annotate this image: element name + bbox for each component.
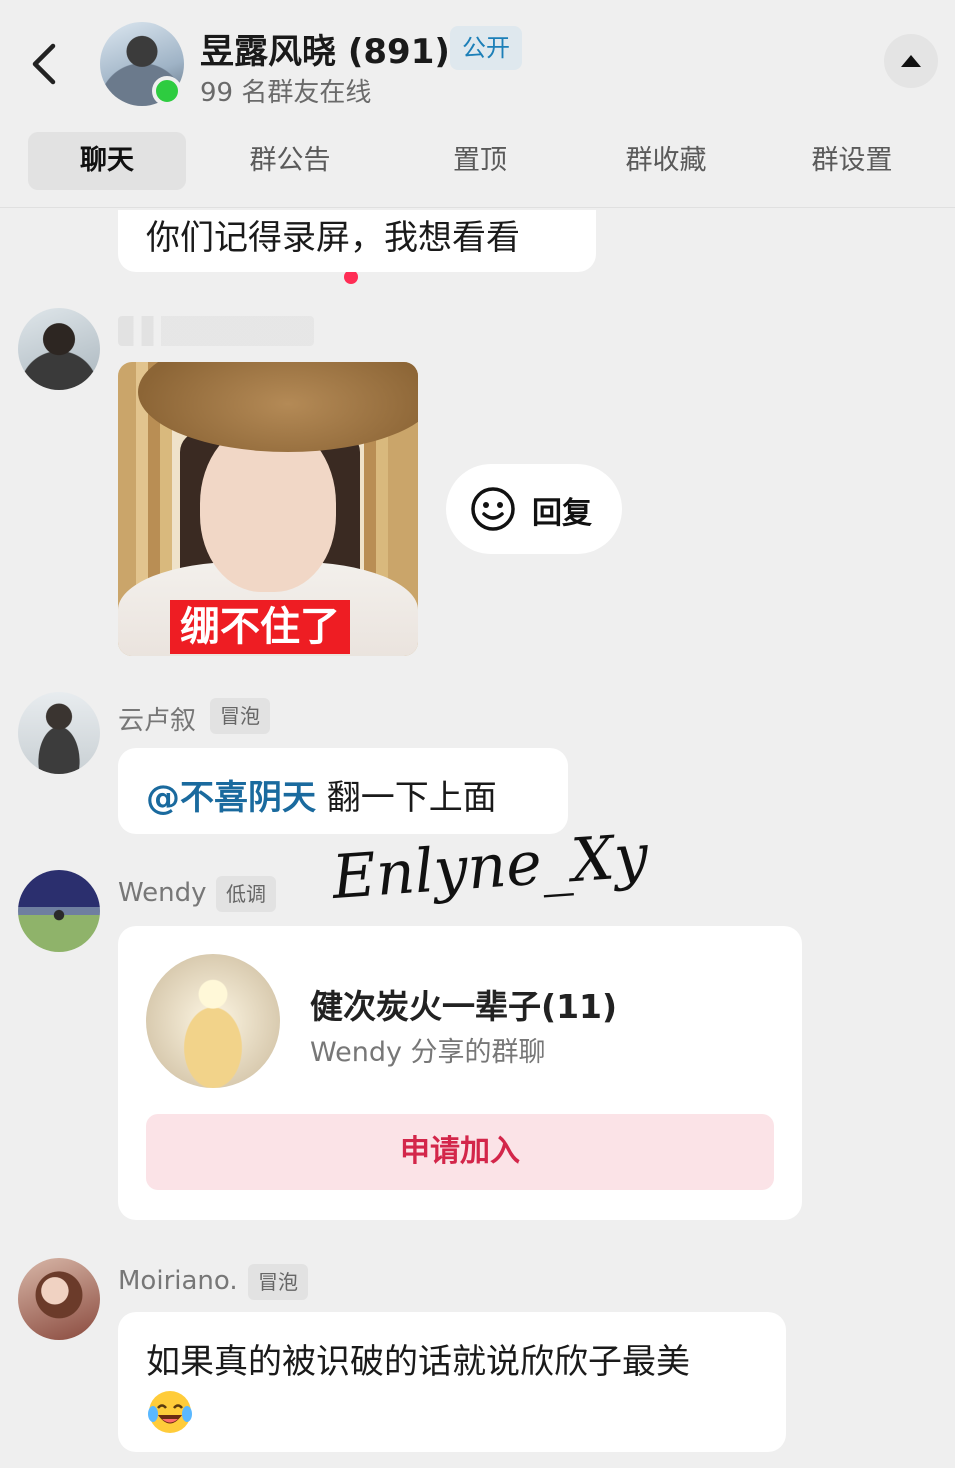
smiley-icon — [471, 487, 515, 531]
tab-pinned[interactable]: 置顶 — [420, 132, 540, 190]
laughing-crying-emoji-icon — [148, 1391, 192, 1433]
sender-name-blurred — [118, 316, 314, 346]
message-text: 翻一下上面 — [316, 778, 497, 818]
sender-name: 云卢叙 — [118, 706, 197, 736]
sender-name: Moiriano. — [118, 1266, 238, 1296]
avatar[interactable] — [18, 692, 100, 774]
online-count: 99 名群友在线 — [200, 78, 372, 108]
public-badge: 公开 — [450, 26, 522, 70]
member-tag: 冒泡 — [210, 698, 270, 734]
chat-header: 昱露风晓 (891) 公开 99 名群友在线 — [0, 0, 955, 126]
message-bubble[interactable]: 如果真的被识破的话就说欣欣子最美 — [118, 1312, 786, 1452]
collapse-button[interactable] — [884, 34, 938, 88]
group-share-card[interactable]: 健次炭火一辈子(11) Wendy 分享的群聊 申请加入 — [118, 926, 802, 1220]
sender-name: Wendy — [118, 878, 207, 908]
caret-up-icon — [901, 55, 921, 67]
message-image[interactable]: 绷不住了 — [118, 362, 418, 656]
reply-button[interactable]: 回复 — [446, 464, 622, 554]
shared-by-text: Wendy 分享的群聊 — [310, 1037, 546, 1068]
message-bubble[interactable]: 你们记得录屏，我想看看 — [118, 210, 596, 272]
avatar[interactable] — [18, 870, 100, 952]
tab-bar: 聊天 群公告 置顶 群收藏 群设置 — [0, 126, 955, 284]
image-caption: 绷不住了 — [170, 600, 350, 654]
tab-chat[interactable]: 聊天 — [28, 132, 186, 190]
shared-group-avatar — [146, 954, 280, 1088]
tab-favorites[interactable]: 群收藏 — [596, 132, 736, 190]
member-tag: 低调 — [216, 876, 276, 912]
message-text: 你们记得录屏，我想看看 — [146, 218, 520, 258]
back-button[interactable] — [24, 36, 64, 92]
message-bubble[interactable]: @不喜阴天 翻一下上面 — [118, 748, 568, 834]
reply-label: 回复 — [532, 496, 592, 531]
avatar[interactable] — [18, 1258, 100, 1340]
tab-announcement[interactable]: 群公告 — [220, 132, 360, 190]
group-name: 昱露风晓 (891) — [200, 32, 450, 72]
join-group-button[interactable]: 申请加入 — [146, 1114, 774, 1190]
tab-settings[interactable]: 群设置 — [782, 132, 922, 190]
signature-watermark: Enlyne_Xy — [329, 821, 651, 913]
unread-dot — [344, 270, 358, 284]
online-status-dot — [152, 76, 182, 106]
message-text: 如果真的被识破的话就说欣欣子最美 — [146, 1342, 690, 1382]
avatar[interactable] — [18, 308, 100, 390]
mention-link[interactable]: @不喜阴天 — [146, 778, 316, 818]
shared-group-name: 健次炭火一辈子(11) — [310, 987, 618, 1026]
chevron-left-icon — [32, 43, 56, 85]
member-tag: 冒泡 — [248, 1264, 308, 1300]
